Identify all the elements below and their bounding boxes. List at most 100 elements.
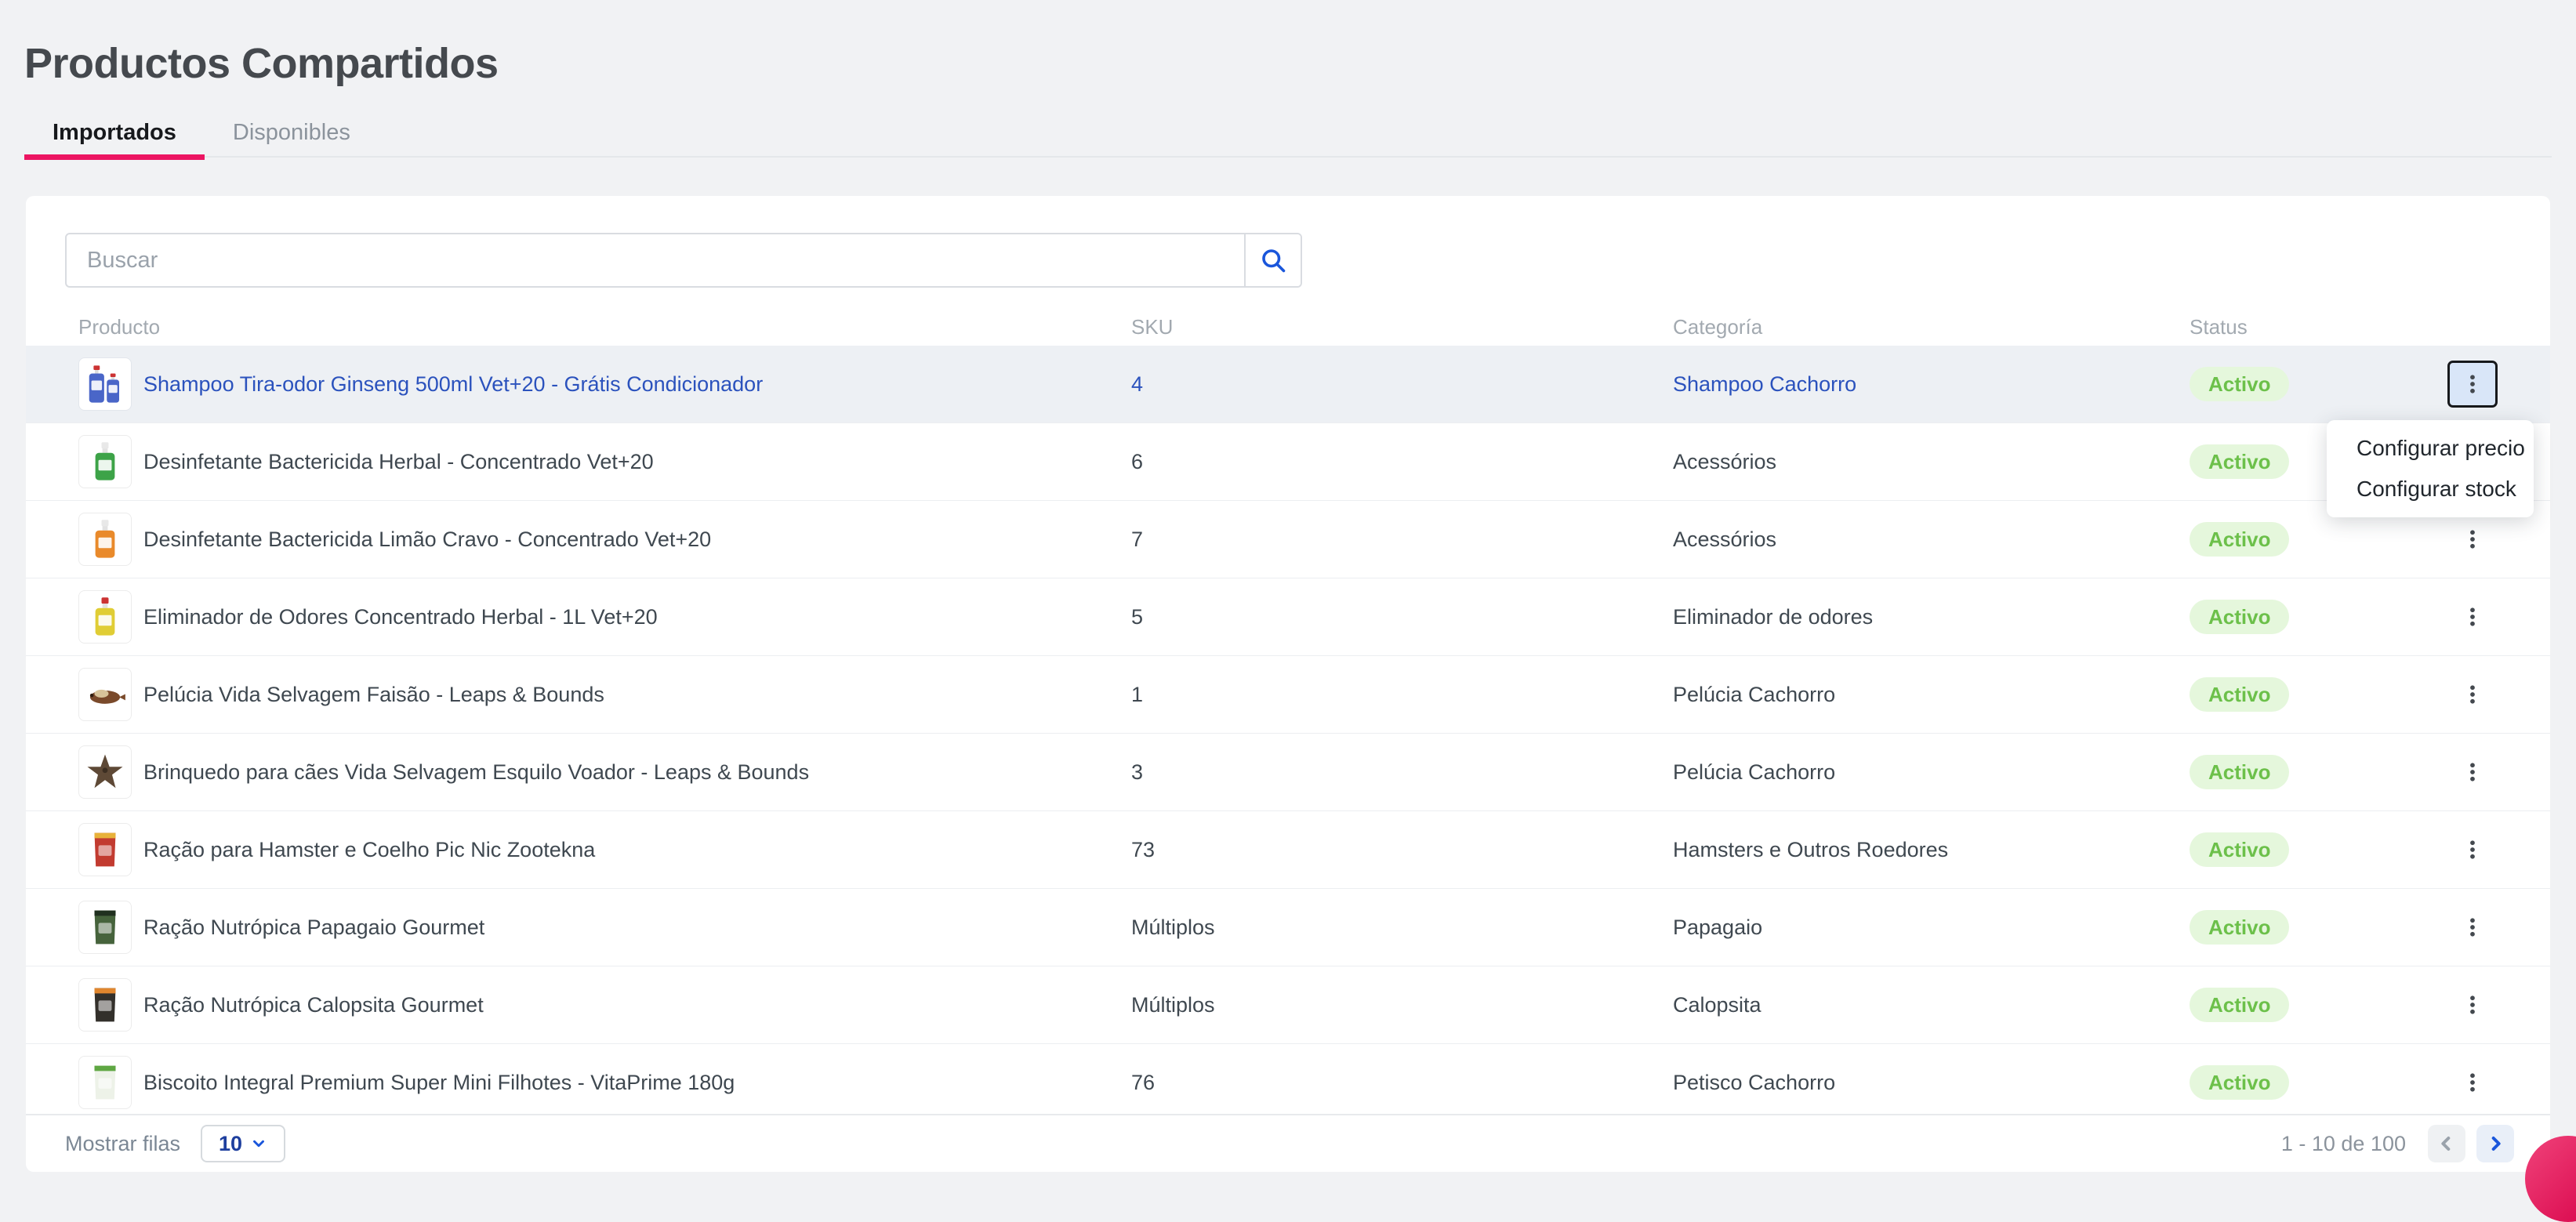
product-name-link[interactable]: Ração para Hamster e Coelho Pic Nic Zoot… xyxy=(143,811,595,888)
search-icon xyxy=(1259,246,1287,274)
product-thumbnail xyxy=(78,901,132,954)
product-category: Acessórios xyxy=(1673,527,1777,551)
product-name-link[interactable]: Desinfetante Bactericida Herbal - Concen… xyxy=(143,423,654,500)
product-thumbnail xyxy=(78,1056,132,1109)
rows-per-page-label: Mostrar filas xyxy=(65,1131,181,1155)
status-badge: Activo xyxy=(2190,600,2290,634)
rows-per-page-value: 10 xyxy=(219,1131,243,1155)
kebab-icon xyxy=(2461,916,2484,939)
product-category: Acessórios xyxy=(1673,449,1777,473)
status-badge: Activo xyxy=(2190,522,2290,557)
product-name-link[interactable]: Ração Nutrópica Papagaio Gourmet xyxy=(143,889,484,966)
chevron-left-icon xyxy=(2436,1133,2458,1155)
tab-disponibles[interactable]: Disponibles xyxy=(205,108,379,157)
table-row[interactable]: Brinquedo para cães Vida Selvagem Esquil… xyxy=(26,734,2550,811)
product-sku: 5 xyxy=(1131,604,1144,629)
table-row[interactable]: Ração para Hamster e Coelho Pic Nic Zoot… xyxy=(26,811,2550,889)
table-row[interactable]: Shampoo Tira-odor Ginseng 500ml Vet+20 -… xyxy=(26,346,2550,423)
table-header: Producto SKU Categoría Status xyxy=(26,314,2550,347)
previous-page-button[interactable] xyxy=(2428,1125,2465,1162)
kebab-menu-button[interactable] xyxy=(2447,749,2498,796)
page-title: Productos Compartidos xyxy=(24,40,499,88)
table-body: Shampoo Tira-odor Ginseng 500ml Vet+20 -… xyxy=(26,346,2550,1121)
kebab-menu-button[interactable] xyxy=(2447,826,2498,873)
status-badge: Activo xyxy=(2190,755,2290,789)
table-row[interactable]: Ração Nutrópica Calopsita Gourmet Múltip… xyxy=(26,966,2550,1044)
next-page-button[interactable] xyxy=(2476,1125,2514,1162)
status-badge: Activo xyxy=(2190,832,2290,867)
column-header-producto: Producto xyxy=(78,315,161,339)
kebab-icon xyxy=(2461,1071,2484,1094)
status-badge: Activo xyxy=(2190,444,2290,479)
products-card: Producto SKU Categoría Status Shampoo Ti… xyxy=(26,196,2550,1172)
product-thumbnail xyxy=(78,357,132,411)
menu-item-configurar-precio[interactable]: Configurar precio xyxy=(2327,428,2534,469)
product-category: Eliminador de odores xyxy=(1673,604,1874,629)
table-row[interactable]: Pelúcia Vida Selvagem Faisão - Leaps & B… xyxy=(26,656,2550,734)
product-thumbnail xyxy=(78,513,132,566)
table-row[interactable]: Ração Nutrópica Papagaio Gourmet Múltipl… xyxy=(26,889,2550,966)
column-header-status: Status xyxy=(2190,315,2248,339)
product-sku: 6 xyxy=(1131,449,1144,473)
product-sku: 73 xyxy=(1131,837,1156,861)
kebab-menu-button[interactable] xyxy=(2447,593,2498,640)
kebab-menu-button[interactable] xyxy=(2447,361,2498,408)
product-status-cell: Activo xyxy=(2190,578,2290,655)
product-name-link[interactable]: Pelúcia Vida Selvagem Faisão - Leaps & B… xyxy=(143,656,604,733)
product-category: Petisco Cachorro xyxy=(1673,1070,1836,1094)
product-status-cell: Activo xyxy=(2190,734,2290,810)
kebab-menu-button[interactable] xyxy=(2447,981,2498,1028)
kebab-icon xyxy=(2461,993,2484,1017)
product-category: Calopsita xyxy=(1673,992,1761,1017)
product-category: Hamsters e Outros Roedores xyxy=(1673,837,1949,861)
product-name-link[interactable]: Biscoito Integral Premium Super Mini Fil… xyxy=(143,1044,735,1121)
kebab-menu-button[interactable] xyxy=(2447,671,2498,718)
pagination-range: 1 - 10 de 100 xyxy=(2280,1131,2406,1155)
product-thumbnail xyxy=(78,745,132,799)
product-status-cell: Activo xyxy=(2190,966,2290,1043)
table-row[interactable]: Desinfetante Bactericida Limão Cravo - C… xyxy=(26,501,2550,578)
rows-per-page-select[interactable]: 10 xyxy=(201,1125,286,1162)
tabs: Importados Disponibles xyxy=(24,108,379,160)
product-category: Papagaio xyxy=(1673,915,1763,939)
product-name-link[interactable]: Brinquedo para cães Vida Selvagem Esquil… xyxy=(143,734,809,810)
product-sku: 3 xyxy=(1131,760,1144,784)
product-name-link[interactable]: Shampoo Tira-odor Ginseng 500ml Vet+20 -… xyxy=(143,346,763,422)
chevron-down-icon xyxy=(250,1135,267,1152)
kebab-icon xyxy=(2461,760,2484,784)
kebab-menu-button[interactable] xyxy=(2447,516,2498,563)
product-status-cell: Activo xyxy=(2190,1044,2290,1121)
kebab-icon xyxy=(2461,605,2484,629)
product-status-cell: Activo xyxy=(2190,656,2290,733)
product-sku: 1 xyxy=(1131,682,1144,706)
search-input[interactable] xyxy=(67,234,1244,286)
product-status-cell: Activo xyxy=(2190,423,2290,500)
chevron-right-icon xyxy=(2484,1133,2506,1155)
product-thumbnail xyxy=(78,435,132,488)
product-category: Pelúcia Cachorro xyxy=(1673,760,1836,784)
product-category: Shampoo Cachorro xyxy=(1673,372,1857,396)
product-sku: 7 xyxy=(1131,527,1144,551)
kebab-menu-button[interactable] xyxy=(2447,1059,2498,1106)
table-row[interactable]: Desinfetante Bactericida Herbal - Concen… xyxy=(26,423,2550,501)
menu-item-configurar-stock[interactable]: Configurar stock xyxy=(2327,469,2534,509)
product-status-cell: Activo xyxy=(2190,501,2290,578)
product-thumbnail xyxy=(78,668,132,721)
search-bar xyxy=(65,233,1302,288)
product-thumbnail xyxy=(78,823,132,876)
pagination-bar: Mostrar filas 10 1 - 10 de 100 xyxy=(26,1114,2550,1172)
column-header-sku: SKU xyxy=(1131,315,1174,339)
table-row[interactable]: Biscoito Integral Premium Super Mini Fil… xyxy=(26,1044,2550,1121)
product-sku: Múltiplos xyxy=(1131,992,1215,1017)
product-name-link[interactable]: Desinfetante Bactericida Limão Cravo - C… xyxy=(143,501,711,578)
product-thumbnail xyxy=(78,978,132,1032)
product-name-link[interactable]: Ração Nutrópica Calopsita Gourmet xyxy=(143,966,484,1043)
table-row[interactable]: Eliminador de Odores Concentrado Herbal … xyxy=(26,578,2550,656)
kebab-icon xyxy=(2461,372,2484,396)
kebab-menu-button[interactable] xyxy=(2447,904,2498,951)
tab-importados[interactable]: Importados xyxy=(24,108,205,160)
product-name-link[interactable]: Eliminador de Odores Concentrado Herbal … xyxy=(143,578,658,655)
search-button[interactable] xyxy=(1246,234,1301,286)
status-badge: Activo xyxy=(2190,910,2290,945)
product-status-cell: Activo xyxy=(2190,889,2290,966)
